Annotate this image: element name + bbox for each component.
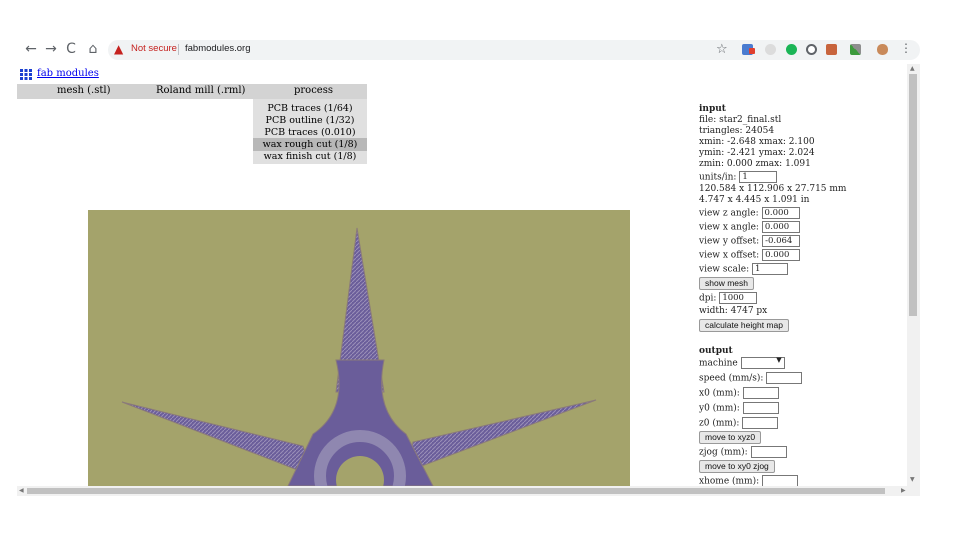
speed-input[interactable] (766, 372, 803, 384)
extension-gauge-icon[interactable] (806, 44, 817, 55)
fab-modules-link[interactable]: fab modules (37, 68, 99, 79)
view-x-input[interactable]: 0.000 (761, 221, 800, 233)
process-dropdown: PCB traces (1/64) PCB outline (1/32) PCB… (253, 99, 367, 164)
bookmark-star-icon[interactable]: ☆ (716, 42, 728, 57)
x0-input[interactable] (742, 387, 779, 399)
units-input[interactable]: 1 (739, 171, 778, 183)
page-viewport: fab modules mesh (.stl) Roland mill (.rm… (17, 64, 907, 486)
zjog-row: zjog (mm): (699, 446, 787, 458)
xhome-input[interactable] (762, 475, 799, 486)
vertical-scroll-thumb[interactable] (909, 74, 917, 316)
y0-label: y0 (mm): (699, 403, 740, 414)
view-y-offset-label: view y offset: (699, 236, 760, 247)
mesh-view-canvas[interactable] (88, 210, 630, 486)
address-separator (178, 44, 179, 55)
z0-input[interactable] (742, 417, 779, 429)
scroll-down-icon[interactable]: ▼ (910, 476, 915, 483)
view-scale-input[interactable]: 1 (752, 263, 788, 275)
size-in: 4.747 x 4.445 x 1.091 in (699, 195, 810, 205)
scroll-right-icon[interactable]: ▶ (901, 487, 906, 494)
reload-icon[interactable]: C (62, 40, 80, 58)
menu-bar: mesh (.stl) Roland mill (.rml) process (17, 84, 367, 99)
units-label: units/in: (699, 172, 737, 183)
dpi-row: dpi: 1000 (699, 292, 758, 304)
view-y-offset-input[interactable]: -0.064 (762, 235, 801, 247)
machine-row: machine ▼ (699, 356, 785, 369)
browser-toolbar: ← → C ⌂ ▲ Not secure fabmodules.org ☆ ⋮ (0, 37, 920, 63)
z0-row: z0 (mm): (699, 417, 779, 429)
x0-row: x0 (mm): (699, 387, 779, 399)
extension-circle-icon[interactable] (765, 44, 776, 55)
view-x-label: view x angle: (699, 222, 759, 233)
dpi-input[interactable]: 1000 (719, 292, 758, 304)
browser-menu-icon[interactable]: ⋮ (900, 41, 912, 55)
extension-green-icon[interactable] (786, 44, 797, 55)
view-z-input[interactable]: 0.000 (761, 207, 800, 219)
not-secure-label[interactable]: Not secure (131, 43, 177, 54)
menu-mesh[interactable]: mesh (.stl) (57, 85, 110, 96)
machine-select[interactable]: ▼ (740, 356, 785, 369)
forward-icon[interactable]: → (42, 40, 60, 58)
warning-icon[interactable]: ▲ (114, 41, 128, 56)
back-icon[interactable]: ← (22, 40, 40, 58)
view-x-offset-input[interactable]: 0.000 (762, 249, 801, 261)
view-x-row: view x angle: 0.000 (699, 221, 800, 233)
extension-pdf-icon[interactable] (826, 44, 837, 55)
view-scale-label: view scale: (699, 264, 750, 275)
horizontal-scroll-thumb[interactable] (27, 488, 885, 494)
badge-icon (749, 48, 755, 54)
machine-label: machine (699, 358, 738, 369)
show-mesh-button[interactable]: show mesh (699, 277, 754, 290)
zjog-input[interactable] (750, 446, 787, 458)
zjog-label: zjog (mm): (699, 447, 748, 458)
scroll-left-icon[interactable]: ◀ (19, 487, 24, 494)
process-item[interactable]: wax finish cut (1/8) (253, 150, 367, 163)
scroll-up-icon[interactable]: ▲ (910, 65, 915, 72)
star-left-arm (121, 401, 314, 477)
view-z-label: view z angle: (699, 208, 759, 219)
view-scale-row: view scale: 1 (699, 263, 788, 275)
move-to-xy0-zjog-button[interactable]: move to xy0 zjog (699, 460, 775, 473)
speed-label: speed (mm/s): (699, 373, 764, 384)
dropdown-arrow-icon: ▼ (776, 356, 782, 364)
width-px: width: 4747 px (699, 306, 768, 316)
move-to-xyz0-button[interactable]: move to xyz0 (699, 431, 762, 444)
fab-modules-logo-icon (20, 69, 32, 80)
y0-row: y0 (mm): (699, 402, 779, 414)
xhome-row: xhome (mm): (699, 475, 799, 487)
z-range: zmin: 0.000 zmax: 1.091 (699, 159, 811, 169)
dpi-label: dpi: (699, 293, 717, 304)
xhome-label: xhome (mm): (699, 476, 760, 487)
extension-pen-icon[interactable] (850, 44, 861, 55)
view-z-row: view z angle: 0.000 (699, 207, 800, 219)
menu-roland-mill[interactable]: Roland mill (.rml) (156, 85, 245, 96)
speed-row: speed (mm/s): (699, 372, 803, 384)
view-x-offset-row: view x offset: 0.000 (699, 249, 801, 261)
calculate-height-map-button[interactable]: calculate height map (699, 319, 789, 332)
y0-input[interactable] (742, 402, 779, 414)
home-icon[interactable]: ⌂ (84, 40, 102, 58)
x0-label: x0 (mm): (699, 388, 740, 399)
profile-avatar[interactable] (877, 44, 888, 55)
view-y-offset-row: view y offset: -0.064 (699, 235, 801, 247)
url-text[interactable]: fabmodules.org (185, 43, 250, 54)
star-mesh-render (121, 227, 597, 486)
vertical-scrollbar[interactable]: ▲ ▼ (907, 64, 920, 486)
units-row: units/in: 1 (699, 171, 778, 183)
star-right-arm (405, 399, 597, 473)
menu-process[interactable]: process (294, 85, 333, 96)
horizontal-scrollbar[interactable]: ◀ ▶ (17, 486, 920, 496)
z0-label: z0 (mm): (699, 418, 740, 429)
view-x-offset-label: view x offset: (699, 250, 760, 261)
